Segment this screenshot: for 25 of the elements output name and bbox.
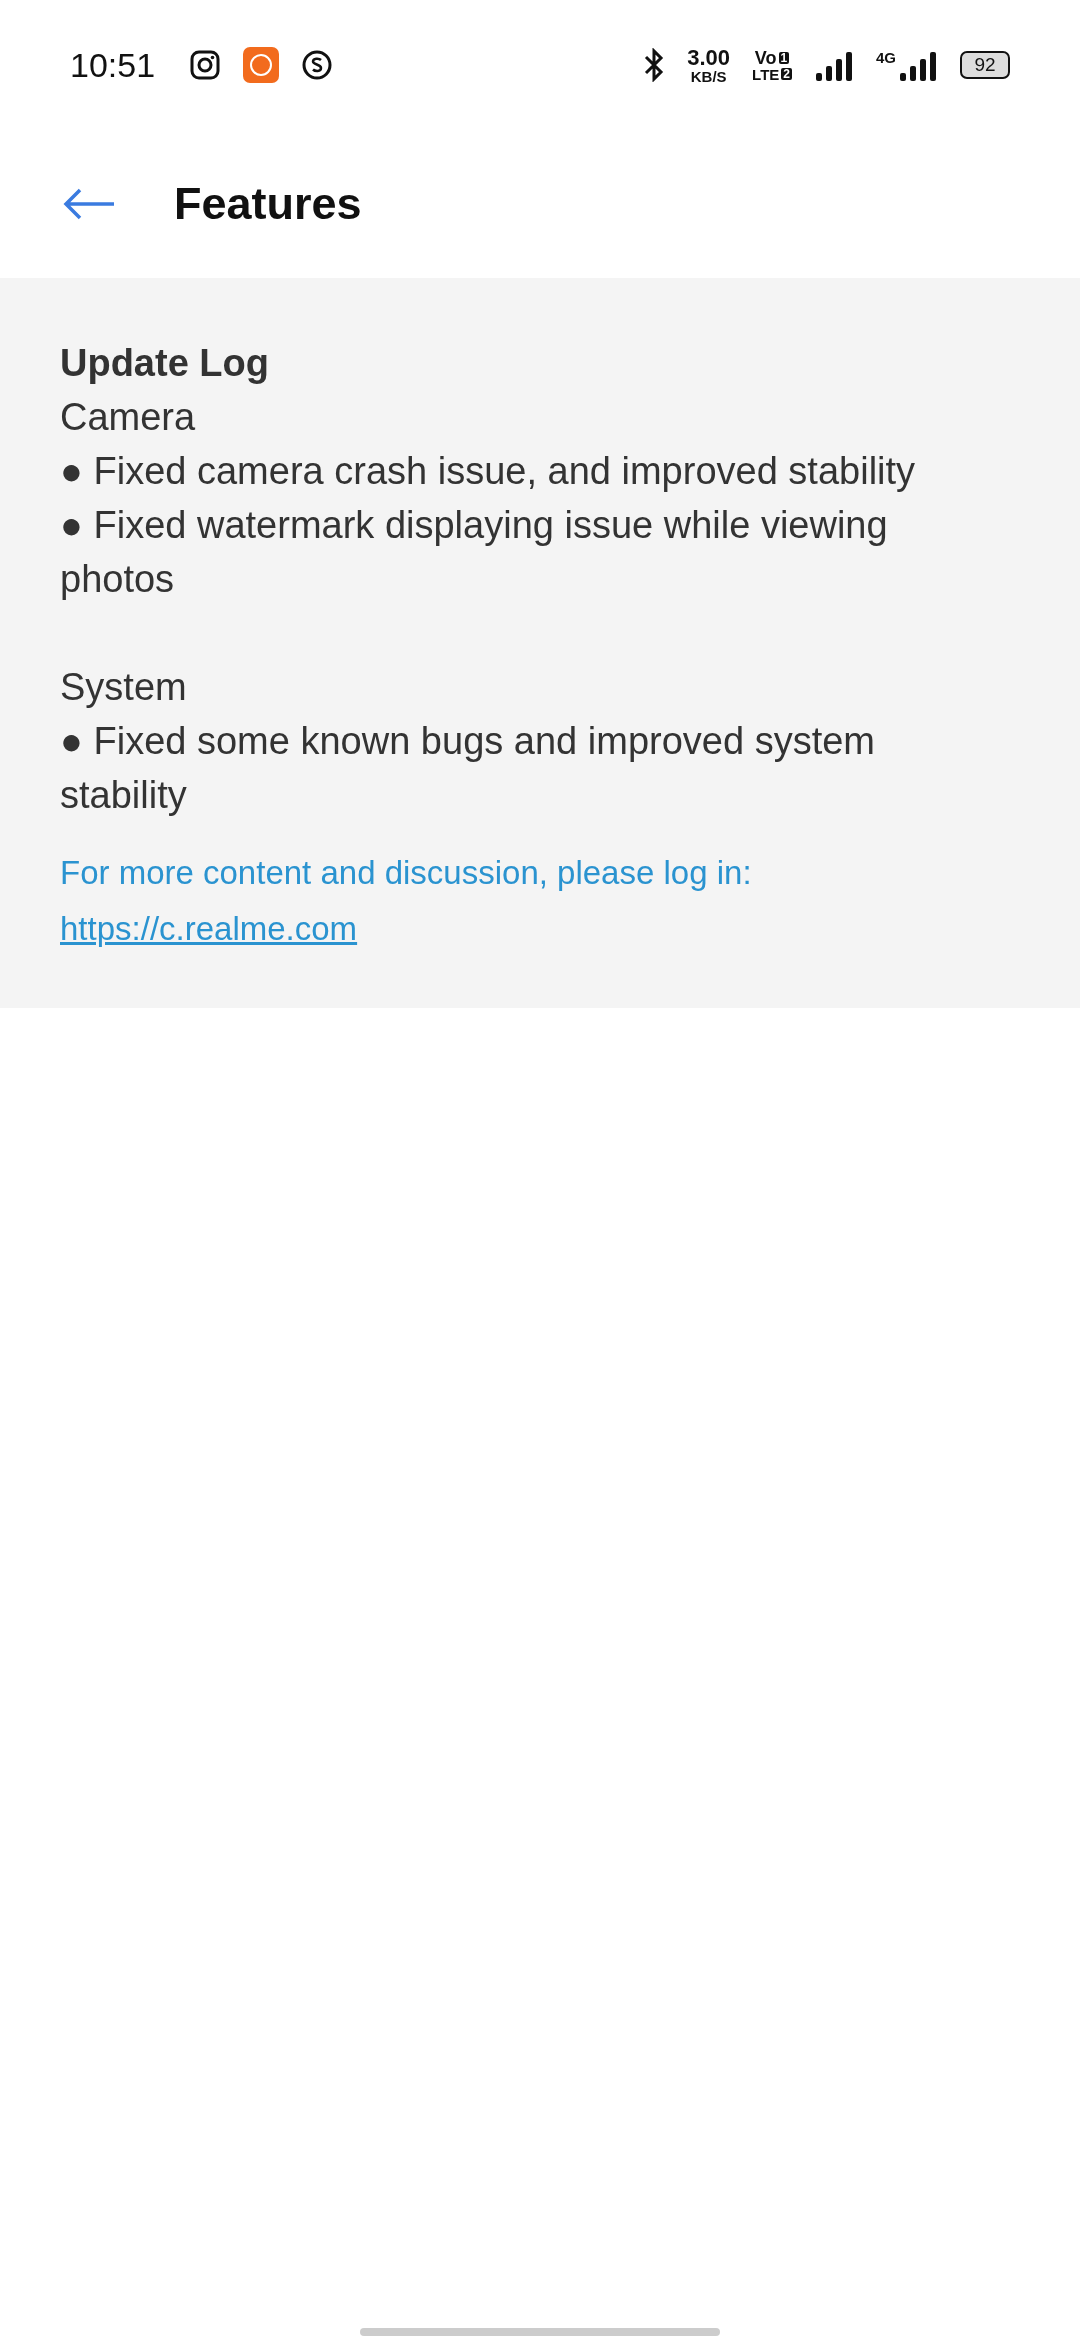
camera-app-icon: [189, 49, 222, 81]
log-entry: ● Fixed watermark displaying issue while viewing photos: [60, 503, 889, 602]
back-button[interactable]: [62, 187, 116, 221]
signal-icon: [814, 49, 854, 81]
login-note: For more content and discussion, please log in:: [60, 853, 753, 893]
update-log-heading: Update Log: [60, 341, 270, 386]
network-speed: 3.00: [687, 46, 731, 69]
signal-icon: [898, 49, 938, 81]
network-type: 4G: [876, 49, 896, 66]
bluetooth-icon: [643, 48, 666, 82]
coin-icon: [301, 49, 334, 81]
speed-unit: KB/S: [690, 68, 727, 84]
sim-number: 1: [778, 51, 790, 64]
section-title: System: [60, 665, 188, 710]
log-entry: ● Fixed camera crash issue, and improved stability: [60, 449, 917, 494]
lte-label: LTE: [752, 66, 780, 82]
app-notification-icon: [243, 47, 280, 83]
section-title: Camera: [60, 395, 197, 440]
community-link[interactable]: https://c.realme.com: [60, 910, 358, 947]
sim-number: 2: [781, 68, 792, 80]
volte-label: Vo: [754, 48, 777, 67]
battery-level: 92: [960, 51, 1010, 79]
clock-time: 10:51: [70, 45, 156, 85]
page-title: Features: [174, 178, 362, 230]
log-entry: ● Fixed some known bugs and improved system stability: [60, 719, 876, 818]
